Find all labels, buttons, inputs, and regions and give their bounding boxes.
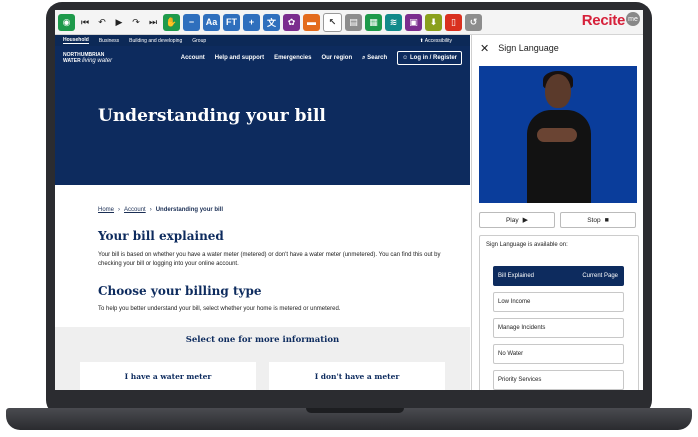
user-icon: ☺ [402,55,409,61]
card-unmetered[interactable]: I don't have a meter [269,362,445,390]
website: Household Business Building and developi… [55,35,470,390]
play-label: Play [505,216,519,224]
recite-toolbar: ◉ ⏮ ↶ ▶ ↷ ⏭ ✋ − Aa FT + 文 ✿ ▬ ↖ ▤ ▦ ≋ ▣ ⬇ ▯ ↺ [55,10,643,35]
close-icon[interactable]: ✕ [480,42,489,55]
play-icon: ▶ [522,217,529,224]
reading-mask-icon[interactable]: ▤ [345,13,362,31]
accessibility-label: Accessibility [424,37,452,44]
translate-icon[interactable]: 文 [263,13,280,31]
pdf-icon[interactable]: ▯ [445,13,462,31]
recite-close-icon[interactable]: me [626,12,640,26]
margins-icon[interactable]: ▦ [365,13,382,31]
billing-select-section: Select one for more information I have a… [55,327,470,390]
audience-nav: Household Business Building and developi… [55,35,470,46]
increase-text-icon[interactable]: + [243,13,260,31]
rewind-icon[interactable]: ↶ [95,14,109,31]
signer-body [527,110,591,203]
dictionary-icon[interactable]: ▣ [405,13,422,31]
nav-household[interactable]: Household [63,37,89,44]
nav-help[interactable]: Help and support [215,55,264,61]
signer-head [545,74,571,108]
logo-line2: WATER [63,58,81,64]
download-icon[interactable]: ⬇ [425,13,442,31]
nav-business[interactable]: Business [99,38,119,44]
list-item-label: Bill Explained [498,273,535,279]
laptop-screen: ◉ ⏮ ↶ ▶ ↷ ⏭ ✋ − Aa FT + 文 ✿ ▬ ↖ ▤ ▦ ≋ ▣ ⬇ ▯ ↺ Recite me House… [55,10,643,390]
breadcrumb: Home › Account › Understanding your bill [98,207,223,213]
site-logo[interactable]: NORTHUMBRIAN WATER living water [63,52,133,64]
search-button[interactable]: ⌕ Search [362,55,387,62]
search-label: Search [367,54,388,61]
forward-icon[interactable]: ↷ [129,14,143,31]
laptop-base [6,408,692,430]
play-button[interactable]: Play ▶ [479,212,555,228]
signer-hands [537,128,577,142]
layers-icon[interactable]: ≋ [385,13,402,31]
recite-logo: Recite [581,12,626,29]
cursor-icon[interactable]: ↖ [323,12,342,32]
font-type-icon[interactable]: FT [223,13,240,31]
card-metered[interactable]: I have a water meter [80,362,256,390]
section-title-bill-explained: Your bill explained [98,229,224,243]
font-size-icon[interactable]: Aa [203,13,220,31]
section-title-billing-type: Choose your billing type [98,284,262,298]
page-title: Understanding your bill [98,106,326,126]
color-palette-icon[interactable]: ✿ [283,13,300,31]
decrease-text-icon[interactable]: − [183,13,200,31]
breadcrumb-home[interactable]: Home [98,207,114,213]
chevron-right-icon: › [118,207,121,213]
recite-home-icon[interactable]: ◉ [58,13,75,31]
availability-title: Sign Language is available on: [486,242,568,248]
chevron-right-icon: › [149,207,152,213]
list-item-low-income[interactable]: Low Income [493,292,624,312]
hero-banner: Understanding your bill [55,70,470,185]
panel-header: ✕ Sign Language [472,35,643,61]
ruler-icon[interactable]: ▬ [303,13,320,31]
nav-region[interactable]: Our region [321,55,352,61]
skip-back-icon[interactable]: ⏮ [78,14,92,31]
reset-icon[interactable]: ↺ [465,13,482,31]
stop-icon: ■ [604,216,609,224]
stop-label: Stop [587,216,601,224]
list-item-no-water[interactable]: No Water [493,344,624,364]
play-icon[interactable]: ▶ [112,14,126,31]
laptop-notch [306,408,404,413]
sign-language-panel: ✕ Sign Language Play ▶ Stop ■ Sign Languag… [471,35,643,390]
breadcrumb-current: Understanding your bill [155,207,224,213]
logo-tagline: living water [82,58,113,64]
nav-group[interactable]: Group [192,38,206,44]
skip-forward-icon[interactable]: ⏭ [146,14,160,31]
availability-box: Sign Language is available on: Bill Expl… [479,235,639,390]
list-item-manage-incidents[interactable]: Manage Incidents [493,318,624,338]
stop-button[interactable]: Stop ■ [560,212,636,228]
nav-building[interactable]: Building and developing [129,38,182,44]
section-text-billing-type: To help you better understand your bill,… [98,306,341,312]
list-item-bill-explained[interactable]: Bill Explained Current Page [493,266,624,286]
select-title: Select one for more information [185,335,340,345]
sign-language-icon[interactable]: ✋ [163,13,180,31]
search-icon: ⌕ [362,54,366,61]
nav-emergencies[interactable]: Emergencies [274,55,311,61]
login-label: Log in / Register [409,55,457,61]
nav-account[interactable]: Account [181,55,205,61]
sign-language-video[interactable] [479,66,637,203]
list-item-priority-services[interactable]: Priority Services [493,370,624,390]
breadcrumb-account[interactable]: Account [124,207,146,213]
panel-title: Sign Language [498,43,559,53]
section-text-bill-explained: Your bill is based on whether you have a… [98,252,441,267]
current-page-badge: Current Page [582,273,618,279]
accessibility-link[interactable]: ⬆ Accessibility [419,38,462,44]
login-button[interactable]: ☺ Log in / Register [397,51,462,65]
main-nav: NORTHUMBRIAN WATER living water Account … [55,46,470,70]
